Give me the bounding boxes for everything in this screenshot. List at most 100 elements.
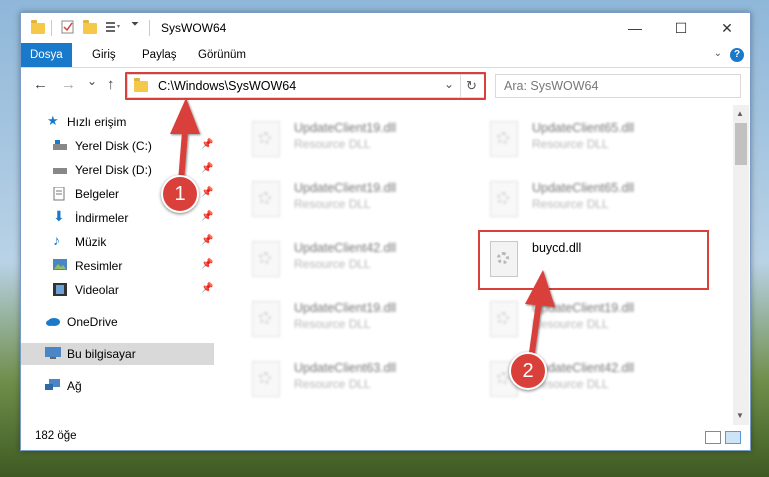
dll-file-icon [252, 181, 280, 217]
sidebar-item-label: OneDrive [67, 315, 118, 329]
sidebar-item-label: Yerel Disk (C:) [75, 139, 152, 153]
file-item[interactable]: UpdateClient65.dll Resource DLL [480, 113, 710, 165]
file-item[interactable]: UpdateClient65.dll Resource DLL [480, 173, 710, 225]
file-description: Resource DLL [294, 257, 371, 271]
file-description: Resource DLL [532, 137, 609, 151]
documents-icon [53, 186, 67, 201]
details-view-icon[interactable] [705, 431, 721, 444]
sidebar-item-local-disk-c[interactable]: Yerel Disk (C:) 📌 [21, 135, 214, 157]
sidebar-item-label: Videolar [75, 283, 119, 297]
back-button[interactable]: ← [33, 76, 48, 93]
sidebar-item-label: Bu bilgisayar [67, 347, 136, 361]
tab-share[interactable]: Paylaş [133, 43, 186, 67]
file-item[interactable]: UpdateClient19.dll Resource DLL [242, 113, 472, 165]
window-title: SysWOW64 [161, 21, 227, 35]
file-item[interactable]: UpdateClient19.dll Resource DLL [242, 173, 472, 225]
videos-icon [53, 283, 67, 296]
pictures-icon [53, 259, 67, 272]
file-highlight [478, 230, 709, 290]
sidebar-item-network[interactable]: Ağ [21, 375, 214, 397]
file-name: UpdateClient19.dll [532, 301, 635, 315]
pin-icon: 📌 [201, 187, 214, 198]
new-folder-icon[interactable] [83, 20, 97, 36]
pin-icon: 📌 [201, 139, 214, 150]
sidebar-item-music[interactable]: ♪ Müzik 📌 [21, 231, 214, 253]
file-item[interactable]: UpdateClient42.dll Resource DLL [242, 233, 472, 285]
properties-icon[interactable] [61, 20, 75, 36]
sidebar-item-quick-access[interactable]: ★ Hızlı erişim [21, 111, 214, 133]
large-icons-view-icon[interactable] [725, 431, 741, 444]
file-description: Resource DLL [532, 197, 609, 211]
vertical-scrollbar[interactable]: ▲ ▼ [733, 105, 749, 425]
address-highlight [125, 72, 486, 100]
cloud-icon [45, 315, 60, 328]
search-placeholder: Ara: SysWOW64 [504, 79, 599, 93]
scroll-down-icon[interactable]: ▼ [736, 411, 744, 420]
drive-icon [53, 163, 67, 176]
help-icon[interactable]: ? [730, 48, 744, 62]
close-button[interactable]: ✕ [704, 13, 750, 43]
scroll-up-icon[interactable]: ▲ [736, 109, 744, 118]
file-item[interactable]: UpdateClient63.dll Resource DLL [242, 353, 472, 405]
file-name: UpdateClient19.dll [294, 301, 397, 315]
dll-file-icon [490, 181, 518, 217]
sidebar-item-label: İndirmeler [75, 211, 129, 225]
file-name: UpdateClient42.dll [294, 241, 397, 255]
download-icon: ⬇ [53, 208, 65, 224]
file-name: UpdateClient19.dll [294, 181, 397, 195]
dll-file-icon [490, 121, 518, 157]
file-item[interactable]: UpdateClient19.dll Resource DLL [480, 293, 710, 345]
status-bar: 182 öğe [21, 425, 750, 449]
dll-file-icon [252, 121, 280, 157]
folder-icon [31, 20, 45, 36]
file-description: Resource DLL [532, 317, 609, 331]
pin-icon: 📌 [201, 235, 214, 246]
computer-icon [45, 347, 61, 360]
expand-ribbon-icon[interactable]: ⌄ [714, 48, 722, 59]
sidebar-item-label: Resimler [75, 259, 123, 273]
minimize-button[interactable]: — [612, 13, 658, 43]
search-input[interactable]: Ara: SysWOW64 [495, 74, 741, 98]
file-name: UpdateClient19.dll [294, 121, 397, 135]
forward-button[interactable]: → [61, 76, 76, 93]
file-item[interactable]: UpdateClient19.dll Resource DLL [242, 293, 472, 345]
sidebar-item-label: Müzik [75, 235, 107, 249]
dll-file-icon [252, 361, 280, 397]
pin-icon: 📌 [201, 259, 214, 270]
maximize-button[interactable]: ☐ [658, 13, 704, 43]
pin-icon: 📌 [201, 211, 214, 222]
file-name: UpdateClient42.dll [532, 361, 635, 375]
tab-home[interactable]: Giriş [83, 43, 125, 67]
pin-icon: 📌 [201, 163, 214, 174]
file-name: UpdateClient63.dll [294, 361, 397, 375]
dll-file-icon [252, 241, 280, 277]
music-icon: ♪ [53, 232, 60, 248]
tab-file[interactable]: Dosya [21, 43, 72, 67]
scrollbar-thumb[interactable] [735, 123, 747, 165]
recent-locations-button[interactable]: ⌄ [87, 74, 97, 88]
tab-view[interactable]: Görünüm [189, 43, 255, 67]
file-name: UpdateClient65.dll [532, 181, 635, 195]
quick-access-dropdown-icon[interactable]: ⏷ [131, 19, 139, 35]
sidebar-item-pictures[interactable]: Resimler 📌 [21, 255, 214, 277]
title-bar: ⏷ SysWOW64 — ☐ ✕ [21, 13, 750, 43]
item-count: 182 öğe [35, 430, 77, 442]
step-1-badge: 1 [161, 175, 199, 213]
file-description: Resource DLL [294, 317, 371, 331]
drive-icon [53, 139, 67, 152]
sidebar-item-onedrive[interactable]: OneDrive [21, 311, 214, 333]
network-icon [45, 379, 60, 392]
customize-toolbar-icon[interactable] [105, 20, 123, 36]
sidebar-item-label: Hızlı erişim [67, 115, 127, 129]
sidebar-item-this-pc[interactable]: Bu bilgisayar [21, 343, 214, 365]
navigation-bar: ← → ⌄ ↑ C:\Windows\SysWOW64 ⌄ ↻ Ara: Sys… [21, 68, 750, 103]
sidebar-item-label: Ağ [67, 379, 82, 393]
separator [149, 20, 150, 36]
pin-icon: 📌 [201, 283, 214, 294]
sidebar-item-videos[interactable]: Videolar 📌 [21, 279, 214, 301]
separator [51, 20, 52, 36]
file-name: UpdateClient65.dll [532, 121, 635, 135]
ribbon: Dosya Giriş Paylaş Görünüm ⌄ ? [21, 43, 750, 68]
up-button[interactable]: ↑ [107, 76, 115, 93]
step-2-badge: 2 [509, 352, 547, 390]
